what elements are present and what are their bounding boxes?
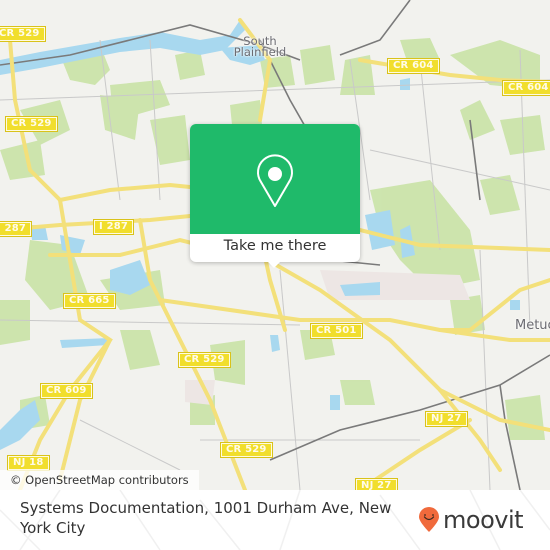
place-label-metuchen: Metuc: [515, 318, 550, 333]
road-shield: CR 529: [0, 26, 46, 42]
map-attribution[interactable]: © OpenStreetMap contributors: [0, 470, 199, 490]
popup-header: [190, 124, 360, 234]
popup-pointer: [266, 260, 282, 268]
map-pin-icon: [257, 154, 293, 207]
footer: Systems Documentation, 1001 Durham Ave, …: [0, 490, 550, 550]
road-shield: I 287: [92, 219, 135, 235]
moovit-pin-icon: [419, 507, 439, 532]
road-shield: CR 609: [40, 383, 93, 399]
place-label-line: Plainfield: [233, 45, 287, 59]
location-popup: Take me there: [190, 124, 360, 268]
road-shield: CR 529: [220, 442, 273, 458]
road-shield: I 287: [0, 221, 33, 237]
place-label-south-plainfield: South Plainfield: [220, 35, 300, 59]
moovit-logo[interactable]: moovit: [418, 506, 524, 534]
place-label-line: Metuc: [515, 318, 550, 333]
road-shield: CR 501: [310, 323, 363, 339]
road-shield: CR 529: [5, 116, 58, 132]
road-shield: NJ 18: [7, 455, 50, 471]
road-shield: CR 604: [502, 80, 550, 96]
moovit-wordmark: moovit: [443, 506, 524, 534]
location-title: Systems Documentation, 1001 Durham Ave, …: [20, 499, 392, 537]
road-shield: CR 529: [178, 352, 231, 368]
road-shield: NJ 27: [355, 478, 398, 490]
road-shield: CR 665: [63, 293, 116, 309]
road-shield: NJ 27: [425, 411, 468, 427]
take-me-there-button[interactable]: Take me there: [190, 234, 360, 262]
road-shield: CR 604: [387, 58, 440, 74]
map[interactable]: South Plainfield Metuc CR 529 CR 604 CR …: [0, 0, 550, 490]
